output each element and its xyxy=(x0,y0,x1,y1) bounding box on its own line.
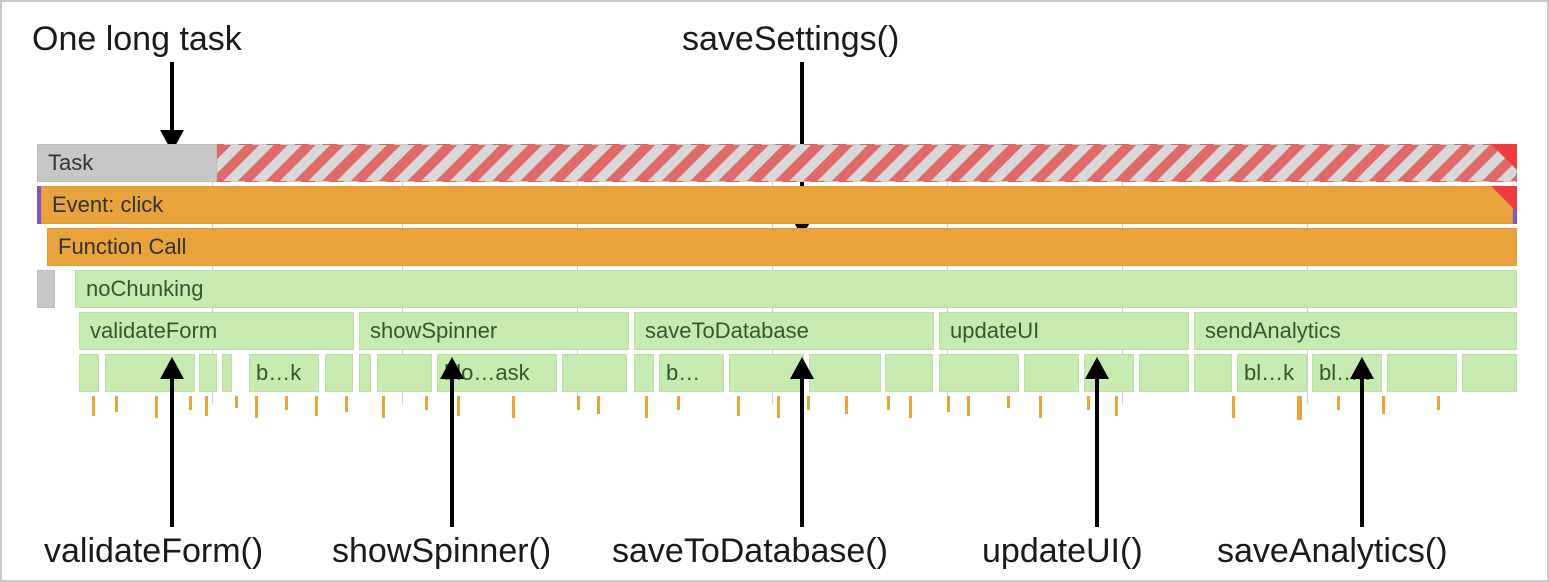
task-bar-short: Task xyxy=(37,144,217,182)
function-call-bar: Function Call xyxy=(47,228,1517,266)
block-frag xyxy=(885,354,933,392)
child-showspinner: showSpinner xyxy=(359,312,629,350)
tick xyxy=(737,396,740,416)
arrow-down-icon xyxy=(152,62,192,157)
tick xyxy=(315,396,318,416)
task-bar-long xyxy=(217,144,1517,182)
block-frag xyxy=(1462,354,1517,392)
tick xyxy=(677,396,680,410)
block-frag xyxy=(79,354,99,392)
annotation-one-long-task: One long task xyxy=(32,20,242,59)
event-long-triangle-icon xyxy=(1491,186,1517,212)
tick xyxy=(887,396,890,410)
child-updateui: updateUI xyxy=(939,312,1189,350)
tick xyxy=(115,396,118,412)
tick xyxy=(1437,396,1440,410)
child-savetodatabase: saveToDatabase xyxy=(634,312,934,350)
row-nochunking: noChunking xyxy=(37,270,1517,308)
tick xyxy=(777,396,780,418)
row-blocks: b…k blo…ask b… bl…k bl…k xyxy=(37,354,1517,392)
child-sendanalytics: sendAnalytics xyxy=(1194,312,1517,350)
tick xyxy=(597,396,600,414)
tick xyxy=(967,396,970,416)
tick xyxy=(1337,396,1340,410)
arrow-up-icon xyxy=(1077,357,1117,527)
tick xyxy=(645,396,648,418)
tick xyxy=(577,396,580,410)
row-ticks xyxy=(37,396,1517,426)
tick xyxy=(1382,396,1385,414)
block-b4: bl…k xyxy=(1237,354,1307,392)
block-b1: b…k xyxy=(249,354,319,392)
tick xyxy=(1007,396,1010,408)
row-children: validateForm showSpinner saveToDatabase … xyxy=(37,312,1517,350)
block-frag xyxy=(939,354,1019,392)
tick xyxy=(255,396,258,418)
annotation-updateui: updateUI() xyxy=(982,532,1143,571)
tick xyxy=(909,396,912,418)
long-task-triangle-icon xyxy=(1491,144,1517,170)
block-frag xyxy=(1139,354,1189,392)
flame-chart: Task Event: click Function Call noChunki… xyxy=(37,144,1517,426)
tick xyxy=(1297,396,1302,420)
tick xyxy=(947,396,950,412)
arrow-up-icon xyxy=(782,357,822,527)
diagram-frame: One long task saveSettings() Task Event:… xyxy=(0,0,1549,582)
tick xyxy=(382,396,385,418)
row-event-click: Event: click xyxy=(37,186,1517,224)
block-frag xyxy=(562,354,627,392)
block-frag xyxy=(1387,354,1457,392)
annotation-savetodatabase: saveToDatabase() xyxy=(612,532,888,571)
tick xyxy=(845,396,848,414)
annotation-saveanalytics: saveAnalytics() xyxy=(1217,532,1448,571)
row-function-call: Function Call xyxy=(37,228,1517,266)
block-b3: b… xyxy=(659,354,724,392)
tick xyxy=(345,396,348,412)
block-frag xyxy=(199,354,217,392)
grey-sliver xyxy=(37,270,55,308)
arrow-up-icon xyxy=(152,357,192,527)
child-validateform: validateForm xyxy=(79,312,354,350)
arrow-up-icon xyxy=(432,357,472,527)
tick xyxy=(205,396,208,416)
block-frag xyxy=(222,354,232,392)
tick xyxy=(235,396,238,408)
block-frag xyxy=(1024,354,1079,392)
tick xyxy=(512,396,515,418)
annotation-save-settings: saveSettings() xyxy=(682,20,899,59)
row-task: Task xyxy=(37,144,1517,182)
block-frag xyxy=(325,354,353,392)
tick xyxy=(92,396,95,416)
tick xyxy=(1232,396,1235,418)
block-frag xyxy=(634,354,654,392)
tick xyxy=(285,396,288,410)
block-frag xyxy=(359,354,371,392)
tick xyxy=(1039,396,1042,418)
event-click-bar: Event: click xyxy=(41,186,1513,224)
annotation-showspinner: showSpinner() xyxy=(332,532,551,571)
annotation-validateform: validateForm() xyxy=(44,532,263,571)
block-frag xyxy=(1194,354,1232,392)
arrow-up-icon xyxy=(1342,357,1382,527)
block-frag xyxy=(377,354,432,392)
tick xyxy=(425,396,428,410)
nochunking-bar: noChunking xyxy=(75,270,1517,308)
